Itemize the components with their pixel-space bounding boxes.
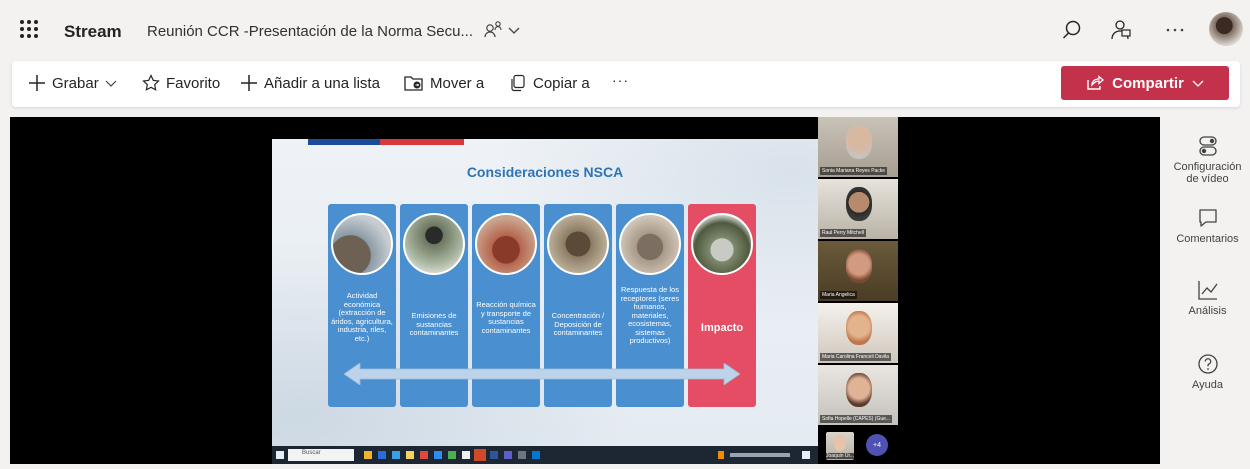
search-icon[interactable] [1060,18,1084,42]
more-participants-badge[interactable]: +4 [866,434,888,456]
column-text: Emisiones de sustancias contaminantes [409,311,459,337]
quarry-image [331,213,393,275]
comments-button[interactable]: Comentarios [1165,207,1250,245]
participant-name: Sonia Mariana Reyes Packe [820,167,888,175]
participant-tile: Raul Perry Mitchell [818,179,898,239]
record-label: Grabar [52,74,99,92]
fish-kill-image [619,213,681,275]
waffle-icon[interactable] [20,20,38,38]
analytics-button[interactable]: Análisis [1165,279,1250,317]
move-to-label: Mover a [430,74,485,92]
chevron-down-icon [1192,80,1204,87]
pollution-image [691,213,753,275]
feedback-icon[interactable] [1108,18,1132,42]
help-button[interactable]: Ayuda [1165,353,1250,391]
copy-to-button[interactable]: Copiar a [509,74,590,92]
double-arrow [344,363,740,385]
more-actions-button[interactable]: ··· [612,72,629,88]
taskbar-search-field: Buscar [302,450,321,456]
line-chart-icon [1197,281,1218,300]
column-text: Actividad económica (extracción de árido… [331,291,393,343]
participant-gallery: Sonia Mariana Reyes Packe Raul Perry Mit… [818,117,898,430]
video-settings-label: Configuración de vídeo [1173,161,1242,185]
copy-icon [511,74,525,92]
plus-icon [241,75,257,91]
taskbar-icons [276,449,810,461]
flag-bar-red [380,139,464,145]
avatar[interactable] [1209,12,1243,46]
participant-face [846,187,872,221]
participant-tile: Sofia Hopelle (CAPES) (Gue... [818,365,898,425]
participant-face [846,125,872,159]
video-title: Reunión CCR -Presentación de la Norma Se… [147,23,473,40]
share-label: Compartir [1112,74,1184,92]
chevron-down-icon [105,80,117,87]
participant-tile: Maria Carolina Franceli Davila [818,303,898,363]
participant-name: Maria Angelica [820,291,857,299]
favorite-button[interactable]: Favorito [142,74,220,92]
plus-icon [29,75,45,91]
participant-name: Sofia Hopelle (CAPES) (Gue... [820,415,893,423]
video-settings-button[interactable]: Configuración de vídeo [1165,135,1250,185]
help-icon [1197,354,1218,374]
share-button[interactable]: Compartir [1061,66,1229,100]
participant-name: Joaquin Ur... [826,453,854,459]
impact-label: Impacto [700,322,744,334]
folder-move-icon [404,76,423,91]
right-rail: Configuración de vídeo Comentarios Análi… [1165,117,1250,464]
people-icon[interactable] [484,20,506,40]
participant-name: Maria Carolina Franceli Davila [820,353,891,361]
red-water-image [475,213,537,275]
comments-label: Comentarios [1176,233,1239,245]
favorite-label: Favorito [166,74,221,92]
add-to-list-label: Añadir a una lista [264,74,380,92]
copy-to-label: Copiar a [533,74,590,92]
help-label: Ayuda [1192,379,1223,391]
participant-face [846,311,872,345]
slide-title: Consideraciones NSCA [466,164,624,180]
analytics-label: Análisis [1188,305,1227,317]
participant-tile: Maria Angelica [818,241,898,301]
record-button[interactable]: Grabar [28,74,117,92]
comment-icon [1198,209,1217,227]
column-text: Concentración / Deposición de contaminan… [551,311,605,337]
dead-fish-image [547,213,609,275]
column-text: Respuesta de los receptores (seres human… [620,285,680,345]
move-to-button[interactable]: Mover a [404,74,484,92]
presentation-slide: Consideraciones NSCA Actividad económica… [272,139,818,446]
pipe-discharge-image [403,213,465,275]
participant-face [834,435,846,451]
participant-name: Raul Perry Mitchell [820,229,866,237]
add-to-list-button[interactable]: Añadir a una lista [240,74,380,92]
more-icon[interactable] [1163,18,1187,42]
app-name[interactable]: Stream [64,22,122,42]
flag-bar-blue [308,139,380,145]
shared-screen-taskbar: Buscar [272,446,818,464]
chevron-down-icon[interactable] [508,24,520,36]
column-text: Reacción química y transporte de sustanc… [476,300,536,335]
participant-face [846,373,872,407]
participant-tile: Sonia Mariana Reyes Packe [818,117,898,177]
toggle-settings-icon [1198,136,1217,156]
share-icon [1087,75,1105,90]
participant-face [846,249,872,283]
top-bar: Stream Reunión CCR -Presentación de la N… [0,0,1250,60]
star-icon [142,74,160,91]
